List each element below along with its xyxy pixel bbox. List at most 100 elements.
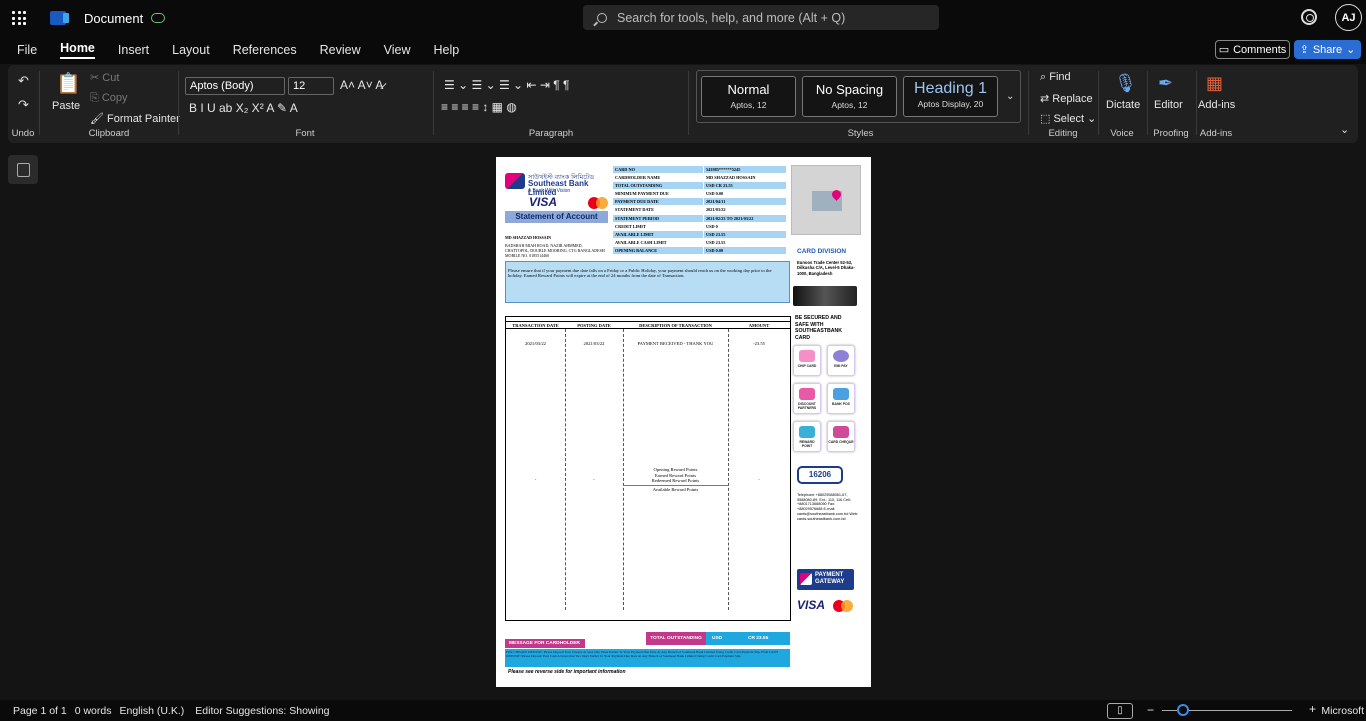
summary-row: CARDHOLDER NAME MD SHAZZAD HOSSAIN — [613, 174, 786, 183]
tab-references[interactable]: References — [233, 43, 297, 57]
comments-label: Comments — [1233, 43, 1287, 56]
font-size-select[interactable]: 12 — [288, 77, 334, 95]
tab-review[interactable]: Review — [320, 43, 361, 57]
zoom-out-icon[interactable]: − — [1147, 703, 1154, 717]
account-summary: CARD NO 543985******5245 CARDHOLDER NAME M… — [613, 166, 786, 256]
addins-label: Add-ins — [1199, 128, 1233, 139]
word-count[interactable]: 0 words — [75, 705, 112, 717]
feature-label: DISCOUNT PARTNERS — [797, 402, 817, 410]
brand-label: Microsoft — [1321, 705, 1364, 717]
column-header: TRANSACTION DATE — [512, 323, 559, 328]
editor-icon[interactable]: ✒ — [1158, 73, 1173, 94]
dictate-button[interactable]: Dictate — [1106, 99, 1140, 111]
styles-expand-icon[interactable]: ⌄ — [1006, 91, 1014, 102]
chevron-down-icon: ⌄ — [1346, 44, 1356, 56]
tab-file[interactable]: File — [17, 43, 37, 57]
tab-help[interactable]: Help — [434, 43, 460, 57]
font-family-select[interactable]: Aptos (Body) — [185, 77, 285, 95]
page-count[interactable]: Page 1 of 1 — [13, 705, 67, 717]
reward-redeemed: Redeemed Reward Points — [651, 478, 700, 484]
select-button[interactable]: ⬚ Select ⌄ — [1040, 112, 1096, 125]
chip-card-icon — [799, 350, 815, 362]
summary-row: STATEMENT DATE 2021/03/22 — [613, 206, 786, 215]
find-button[interactable]: ⌕ Find — [1040, 71, 1071, 84]
field-value: MD SHAZZAD HOSSAIN — [703, 174, 786, 182]
list-icons[interactable]: ☰ ⌄ ☰ ⌄ ☰ ⌄ ⇤ ⇥ ¶ ¶ — [444, 78, 569, 92]
transaction-description: PAYMENT RECEIVED - THANK YOU — [637, 341, 714, 346]
app-launcher-icon[interactable] — [1, 0, 37, 36]
comments-button[interactable]: ▭ Comments — [1215, 40, 1290, 59]
copy-button[interactable]: ⎘ Copy — [90, 92, 128, 105]
redo-icon[interactable]: ↷ — [18, 97, 29, 113]
word-logo-icon — [50, 11, 69, 25]
share-label: Share — [1312, 43, 1343, 56]
share-button[interactable]: ⇪ Share ⌄ — [1294, 40, 1361, 59]
table-header: TRANSACTION DATE POSTING DATE DESCRIPTIO… — [506, 321, 790, 329]
divider — [1196, 71, 1197, 135]
search-box[interactable]: Search for tools, help, and more (Alt + … — [583, 5, 939, 30]
field-value: 2021/02/23 TO 2021/03/22 — [703, 214, 786, 222]
transaction-date: 2021/03/22 — [525, 341, 546, 346]
print-layout-icon[interactable]: ▯ — [1107, 703, 1133, 719]
grow-font-icon[interactable]: A˄ A˅ A̷ — [340, 78, 383, 92]
user-avatar[interactable]: AJ — [1335, 4, 1362, 31]
feature-label: EMI PAY — [834, 364, 848, 368]
summary-row: AVAILABLE CASH LIMIT USD 23.55 — [613, 238, 786, 247]
summary-row: STATEMENT PERIOD 2021/02/23 TO 2021/03/22 — [613, 214, 786, 223]
editor-button[interactable]: Editor — [1154, 99, 1183, 111]
cut-button[interactable]: ✂ Cut — [90, 71, 119, 84]
reward-points: Opening Reward Points Earned Reward Poin… — [623, 467, 728, 493]
tab-insert[interactable]: Insert — [118, 43, 149, 57]
pos-terminal-icon — [833, 388, 849, 400]
menu-bar: File Home Insert Layout References Revie… — [0, 36, 1366, 64]
microphone-icon[interactable]: 🎙 — [1114, 73, 1137, 94]
division-address: Eunoos Trade Center 52-53, Dilkusha C/A,… — [797, 260, 855, 276]
align-icons[interactable]: ≡ ≡ ≡ ≡ ↕ ▦ ◍ — [441, 100, 517, 114]
ribbon-collapse-icon[interactable]: ⌄ — [1340, 123, 1349, 136]
document-title[interactable]: Document — [84, 11, 143, 26]
settings-gear-icon[interactable] — [1301, 9, 1317, 25]
addins-icon[interactable]: ▦ — [1206, 73, 1223, 94]
paste-icon[interactable]: 📋 — [56, 71, 81, 96]
select-label: Select — [1053, 113, 1085, 125]
style-name: Normal — [727, 82, 770, 97]
cloud-saved-icon[interactable] — [151, 13, 166, 23]
paste-button[interactable]: Paste — [52, 100, 80, 112]
feature-discount-partners: DISCOUNT PARTNERS — [793, 383, 821, 414]
font-label: Font — [295, 128, 315, 139]
addins-button[interactable]: Add-ins — [1198, 99, 1235, 111]
style-heading-1[interactable]: Heading 1 Aptos Display, 20 — [903, 76, 998, 117]
field-value: USD 0.00 — [703, 190, 786, 198]
field-value: USD 23.55 — [703, 238, 786, 246]
divider — [1028, 71, 1029, 135]
tab-layout[interactable]: Layout — [172, 43, 210, 57]
undo-label: Undo — [11, 128, 35, 139]
feature-reward-point: REWARD POINT — [793, 421, 821, 452]
navigation-pane-icon[interactable] — [8, 155, 38, 184]
search-placeholder: Search for tools, help, and more (Alt + … — [617, 10, 846, 25]
payment-gateway-logo: PAYMENT GATEWAY — [797, 569, 854, 590]
field-label: AVAILABLE CASH LIMIT — [613, 238, 703, 246]
divider — [433, 71, 434, 135]
language[interactable]: English (U.K.) — [119, 705, 184, 717]
replace-button[interactable]: ⇄ Replace — [1040, 92, 1093, 105]
editing-label: Editing — [1048, 128, 1078, 139]
dash-cell: - — [593, 477, 595, 482]
format-painter-button[interactable]: 🖌 Format Painter — [90, 112, 180, 125]
tab-view[interactable]: View — [384, 43, 411, 57]
editor-suggestions[interactable]: Editor Suggestions: Showing — [195, 705, 329, 717]
style-no-spacing[interactable]: No Spacing Aptos, 12 — [802, 76, 897, 117]
emi-pay-icon — [833, 350, 849, 362]
divider — [1098, 71, 1099, 135]
style-normal[interactable]: Normal Aptos, 12 — [701, 76, 796, 117]
undo-icon[interactable]: ↶ — [18, 73, 29, 89]
field-value: USD CR 23.55 — [703, 182, 786, 190]
tab-home[interactable]: Home — [60, 41, 95, 59]
font-format-icons[interactable]: B I U ab X₂ X² A ✎ A — [189, 101, 298, 115]
document-page[interactable]: সাউথইস্ট ব্যাংক লিমিটেড Southeast Bank L… — [496, 157, 871, 687]
field-label: MINIMUM PAYMENT DUE — [613, 190, 703, 198]
zoom-slider-handle[interactable] — [1177, 704, 1189, 716]
summary-row: TOTAL OUTSTANDING USD CR 23.55 — [613, 182, 786, 191]
style-sub: Aptos, 12 — [730, 100, 767, 110]
column-divider — [565, 329, 566, 610]
